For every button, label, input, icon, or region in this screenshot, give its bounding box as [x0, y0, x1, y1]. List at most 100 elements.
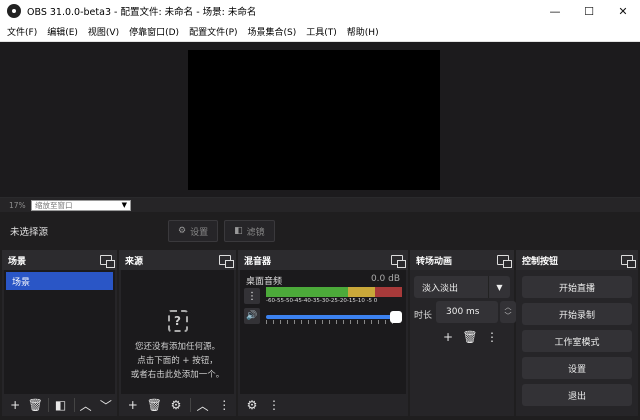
- source-filters-button[interactable]: ◧ 滤镜: [224, 220, 275, 242]
- advanced-audio-button[interactable]: ⚙: [242, 396, 262, 414]
- empty-line-3: 或者右击此处添加一个。: [130, 370, 225, 380]
- volume-slider-handle[interactable]: [390, 311, 402, 323]
- mixer-channel-header: 桌面音频 0.0 dB: [246, 274, 400, 287]
- move-down-button[interactable]: ﹀: [97, 396, 115, 414]
- source-properties-button[interactable]: ⚙: [166, 396, 186, 414]
- menu-tools[interactable]: 工具(T): [301, 25, 342, 38]
- duration-value: 300 ms: [446, 307, 480, 317]
- chevron-down-icon: ▼: [121, 201, 127, 209]
- channel-name: 桌面音频: [246, 277, 283, 287]
- sources-toolbar: + 🗑 ⚙ ︿ ⋮: [119, 394, 236, 416]
- more-options-icon[interactable]: ⋮: [264, 396, 284, 414]
- menu-docks[interactable]: 停靠窗口(D): [124, 25, 184, 38]
- more-options-icon[interactable]: ⋮: [482, 328, 502, 346]
- undock-icon[interactable]: [219, 255, 234, 268]
- scenes-dock-header: 场景: [2, 250, 117, 270]
- transitions-dock-title: 转场动画: [416, 256, 453, 267]
- empty-line-1: 您还没有添加任何源。: [134, 342, 220, 352]
- menu-file[interactable]: 文件(F): [2, 25, 42, 38]
- filter-icon: ◧: [234, 226, 243, 236]
- mixer-channels: 桌面音频 0.0 dB ⋮ -60-55-50-45-40-35-30-25-2…: [240, 270, 406, 394]
- undock-icon[interactable]: [497, 255, 512, 268]
- source-context-bar: 未选择源 ⚙ 设置 ◧ 滤镜: [0, 212, 640, 250]
- controls-dock: 控制按钮 开始直播 开始录制 工作室模式 设置 退出: [516, 250, 638, 416]
- add-source-button[interactable]: +: [123, 396, 143, 414]
- settings-button[interactable]: 设置: [522, 357, 632, 379]
- maximize-button[interactable]: ☐: [572, 0, 606, 22]
- zoom-percent: 17%: [9, 200, 26, 210]
- studio-mode-button[interactable]: 工作室模式: [522, 330, 632, 352]
- chevron-up-icon[interactable]: ︿: [505, 303, 512, 312]
- move-up-button[interactable]: ︿: [193, 396, 213, 414]
- mixer-dock-header: 混音器: [238, 250, 408, 270]
- menu-scene-collection[interactable]: 场景集合(S): [243, 25, 302, 38]
- undock-icon[interactable]: [100, 255, 115, 268]
- preview-zoom-bar: 17% 缩放至窗口 ▼: [0, 198, 640, 212]
- source-settings-label: 设置: [190, 227, 209, 238]
- scenes-dock-title: 场景: [8, 256, 27, 267]
- menu-edit[interactable]: 编辑(E): [42, 25, 83, 38]
- exit-button[interactable]: 退出: [522, 384, 632, 406]
- question-mark-icon: ?: [167, 310, 188, 332]
- menu-view[interactable]: 视图(V): [83, 25, 124, 38]
- chevron-down-icon: ▼: [488, 276, 510, 298]
- volume-meter: [266, 287, 402, 297]
- no-source-selected-label: 未选择源: [10, 227, 49, 238]
- remove-scene-button[interactable]: 🗑: [26, 396, 44, 414]
- slider-ticks: [266, 320, 394, 324]
- transitions-dock-header: 转场动画: [410, 250, 514, 270]
- undock-icon[interactable]: [391, 255, 406, 268]
- source-settings-button[interactable]: ⚙ 设置: [168, 220, 219, 242]
- remove-transition-button[interactable]: 🗑: [460, 328, 480, 346]
- scene-filters-button[interactable]: ◧: [51, 396, 69, 414]
- minimize-button[interactable]: —: [538, 0, 572, 22]
- scene-item[interactable]: 场景: [6, 272, 113, 290]
- menu-help[interactable]: 帮助(H): [342, 25, 384, 38]
- toolbar-divider: [189, 398, 191, 412]
- add-transition-button[interactable]: +: [438, 328, 458, 346]
- obs-logo-icon: [7, 4, 21, 18]
- scenes-dock: 场景 场景 + 🗑 ◧ ︿ ﹀: [2, 250, 117, 416]
- sources-dock-title: 来源: [125, 256, 144, 267]
- channel-menu-button[interactable]: ⋮: [244, 288, 260, 304]
- move-up-button[interactable]: ︿: [77, 396, 95, 414]
- menu-bar: 文件(F) 编辑(E) 视图(V) 停靠窗口(D) 配置文件(P) 场景集合(S…: [0, 22, 640, 42]
- controls-dock-header: 控制按钮: [516, 250, 638, 270]
- transition-value: 淡入淡出: [422, 283, 459, 294]
- empty-line-2: 点击下面的 + 按钮，: [137, 356, 218, 366]
- undock-icon[interactable]: [621, 255, 636, 268]
- duration-label: 时长: [414, 311, 433, 321]
- duration-input[interactable]: 300 ms: [436, 301, 498, 323]
- mixer-dock: 混音器 桌面音频 0.0 dB ⋮ -60-55-50-45-40-35-30-…: [238, 250, 408, 416]
- volume-slider[interactable]: [266, 315, 394, 319]
- status-bar: [0, 416, 640, 420]
- sources-empty-state: ? 您还没有添加任何源。 点击下面的 + 按钮， 或者右击此处添加一个。: [121, 310, 234, 382]
- scenes-toolbar: + 🗑 ◧ ︿ ﹀: [2, 394, 117, 416]
- transition-select[interactable]: 淡入淡出 ▼: [414, 276, 510, 298]
- add-scene-button[interactable]: +: [6, 396, 24, 414]
- mixer-toolbar: ⚙ ⋮: [238, 394, 408, 416]
- gear-icon: ⚙: [178, 226, 187, 236]
- source-filters-label: 滤镜: [246, 227, 265, 238]
- transition-tools: + 🗑 ⋮: [438, 328, 504, 346]
- start-recording-button[interactable]: 开始录制: [522, 303, 632, 325]
- preview-canvas[interactable]: [188, 50, 440, 190]
- speaker-icon[interactable]: 🔊: [244, 308, 260, 324]
- preview-area[interactable]: [0, 42, 640, 198]
- scenes-list: 场景: [4, 270, 115, 394]
- zoom-mode-value: 缩放至窗口: [35, 200, 73, 210]
- channel-db: 0.0 dB: [370, 274, 400, 284]
- close-button[interactable]: ✕: [606, 0, 640, 22]
- menu-profile[interactable]: 配置文件(P): [184, 25, 242, 38]
- chevron-down-icon[interactable]: ﹀: [505, 312, 512, 321]
- zoom-mode-select[interactable]: 缩放至窗口 ▼: [31, 199, 131, 211]
- transitions-dock: 转场动画 淡入淡出 ▼ 时长 300 ms ︿ ﹀ + 🗑 ⋮: [410, 250, 516, 416]
- remove-source-button[interactable]: 🗑: [145, 396, 165, 414]
- title-bar: OBS 31.0.0-beta3 - 配置文件: 未命名 - 场景: 未命名 —…: [0, 0, 640, 22]
- more-options-icon[interactable]: ⋮: [214, 396, 234, 414]
- duration-stepper[interactable]: ︿ ﹀: [500, 301, 516, 323]
- window-title: OBS 31.0.0-beta3 - 配置文件: 未命名 - 场景: 未命名: [27, 7, 257, 18]
- meter-scale: -60-55-50-45-40-35-30-25-20-15-10 -5 0: [266, 298, 378, 304]
- start-streaming-button[interactable]: 开始直播: [522, 276, 632, 298]
- sources-list[interactable]: ? 您还没有添加任何源。 点击下面的 + 按钮， 或者右击此处添加一个。: [121, 270, 234, 394]
